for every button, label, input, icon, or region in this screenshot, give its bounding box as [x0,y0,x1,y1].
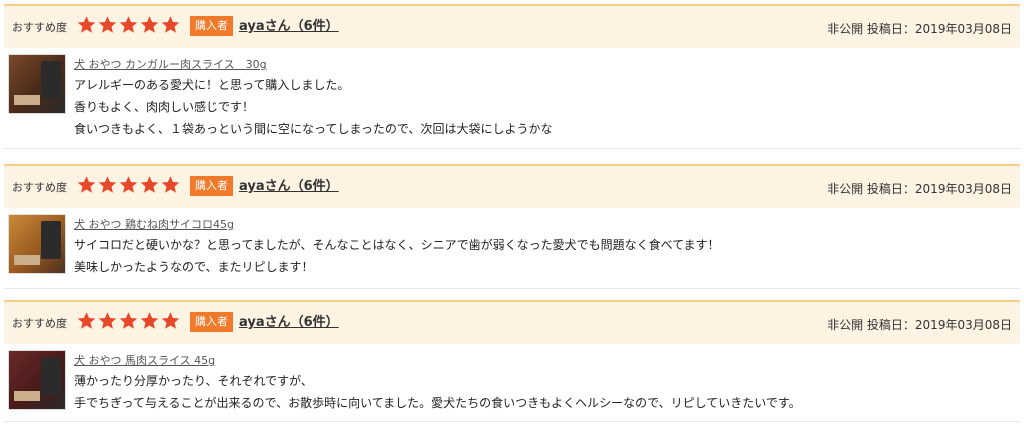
star-icon [160,174,181,196]
recommend-label: おすすめ度 [12,181,67,194]
purchaser-badge: 購入者 [190,312,233,332]
review-text: アレルギーのある愛犬に！と思って購入しました。 香りもよく、肉肉しい感じです！ … [74,74,552,140]
star-icon [118,174,139,196]
product-thumbnail[interactable] [8,54,66,114]
star-icon [97,310,118,332]
star-icon [139,174,160,196]
divider [4,148,1020,149]
review-header: おすすめ度 購入者 ayaさん（6件） 非公開 投稿日：2019年03月08日 [4,300,1020,344]
reviewer-link[interactable]: ayaさん（6件） [239,311,339,330]
star-rating [76,310,181,334]
star-icon [118,310,139,332]
review-header: おすすめ度 購入者 ayaさん（6件） 非公開 投稿日：2019年03月08日 [4,4,1020,48]
review-line: 手でちぎって与えることが出来るので、お散歩時に向いてました。愛犬たちの食いつきも… [74,396,801,410]
star-icon [139,310,160,332]
review-line: 香りもよく、肉肉しい感じです！ [74,100,255,114]
product-thumbnail[interactable] [8,350,66,410]
star-icon [139,14,160,36]
recommend-label: おすすめ度 [12,317,67,330]
product-thumbnail[interactable] [8,214,66,274]
review-card: おすすめ度 購入者 ayaさん（6件） 非公開 投稿日：2019年03月08日 … [4,300,1020,424]
review-line: 薄かったり分厚かったり、それぞれですが、 [74,374,313,388]
divider [4,421,1020,422]
review-text: サイコロだと硬いかな？と思ってましたが、そんなことはなく、シニアで歯が弱くなった… [74,234,720,278]
star-icon [118,14,139,36]
star-rating [76,174,181,198]
product-link[interactable]: 犬 おやつ 鶏むね肉サイコロ45g [74,216,234,232]
star-icon [160,310,181,332]
review-card: おすすめ度 購入者 ayaさん（6件） 非公開 投稿日：2019年03月08日 … [4,164,1020,290]
purchaser-badge: 購入者 [190,16,233,36]
recommend-label: おすすめ度 [12,21,67,34]
star-icon [97,14,118,36]
star-icon [97,174,118,196]
star-icon [76,174,97,196]
star-rating [76,14,181,38]
product-link[interactable]: 犬 おやつ カンガルー肉スライス 30g [74,56,267,72]
review-line: アレルギーのある愛犬に！と思って購入しました。 [74,78,350,92]
review-header: おすすめ度 購入者 ayaさん（6件） 非公開 投稿日：2019年03月08日 [4,164,1020,208]
review-card: おすすめ度 購入者 ayaさん（6件） 非公開 投稿日：2019年03月08日 … [4,4,1020,150]
product-link[interactable]: 犬 おやつ 馬肉スライス 45g [74,352,215,368]
review-line: サイコロだと硬いかな？と思ってましたが、そんなことはなく、シニアで歯が弱くなった… [74,238,720,252]
divider [4,288,1020,289]
star-icon [160,14,181,36]
star-icon [76,14,97,36]
reviewer-link[interactable]: ayaさん（6件） [239,175,339,194]
star-icon [76,310,97,332]
reviewer-link[interactable]: ayaさん（6件） [239,15,339,34]
review-line: 食いつきもよく、１袋あっという間に空になってしまったので、次回は大袋にしようかな [74,122,553,136]
post-meta: 非公開 投稿日：2019年03月08日 [827,182,1012,196]
review-line: 美味しかったようなので、またリピします！ [74,260,314,274]
review-text: 薄かったり分厚かったり、それぞれですが、 手でちぎって与えることが出来るので、お… [74,370,801,414]
post-meta: 非公開 投稿日：2019年03月08日 [827,22,1012,36]
post-meta: 非公開 投稿日：2019年03月08日 [827,318,1012,332]
purchaser-badge: 購入者 [190,176,233,196]
